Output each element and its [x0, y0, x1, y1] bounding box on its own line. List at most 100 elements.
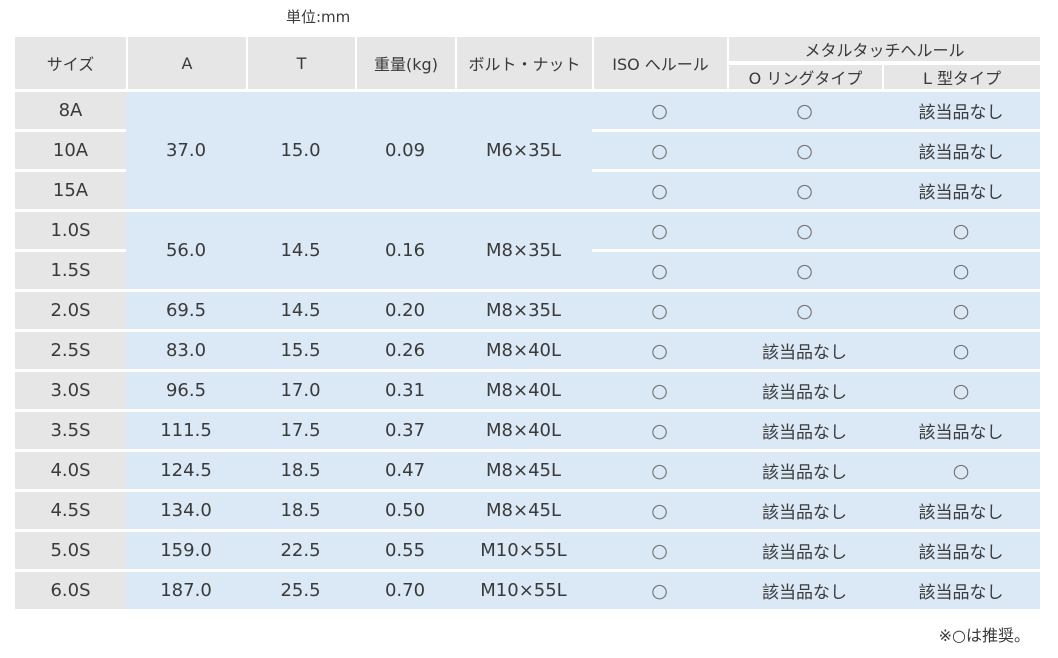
size-cell: 10A — [15, 132, 126, 169]
iso-ferrule-cell: ○ — [592, 92, 727, 129]
o-ring-type-cell: ○ — [727, 92, 882, 129]
o-ring-type-cell: ○ — [727, 252, 882, 289]
dimension-a-cell: 134.0 — [126, 492, 246, 529]
o-ring-type-cell: 該当品なし — [727, 452, 882, 489]
header-weight: 重量(kg) — [355, 37, 455, 89]
bolt-nut-cell: M8×40L — [455, 412, 592, 449]
o-ring-type-cell: 該当品なし — [727, 572, 882, 609]
iso-ferrule-cell: ○ — [592, 412, 727, 449]
iso-ferrule-cell: ○ — [592, 332, 727, 369]
thickness-t-cell: 18.5 — [246, 452, 355, 489]
table-row: 3.5S 111.5 17.5 0.37 M8×40L ○ 該当品なし 該当品なし — [15, 412, 1041, 449]
size-cell: 3.5S — [15, 412, 126, 449]
l-type-cell: ○ — [882, 292, 1041, 329]
size-cell: 8A — [15, 92, 126, 129]
table-row: 1.0S 56.0 14.5 0.16 M8×35L ○ ○ ○ — [15, 212, 1041, 289]
l-type-cell: 該当品なし — [882, 92, 1041, 129]
bolt-nut-cell: M8×40L — [455, 332, 592, 369]
iso-ferrule-cell: ○ — [592, 372, 727, 409]
header-metal-touch-ferrule: メタルタッチへルール — [727, 37, 1041, 62]
iso-ferrule-cell: ○ — [592, 292, 727, 329]
bolt-nut-cell: M8×45L — [455, 452, 592, 489]
size-cell: 2.0S — [15, 292, 126, 329]
o-ring-type-cell: ○ — [727, 172, 882, 209]
weight-cell: 0.50 — [355, 492, 455, 529]
table-row: 3.0S 96.5 17.0 0.31 M8×40L ○ 該当品なし ○ — [15, 372, 1041, 409]
iso-ferrule-cell: ○ — [592, 252, 727, 289]
iso-ferrule-cell: ○ — [592, 172, 727, 209]
l-type-cell: ○ — [882, 212, 1041, 249]
dimension-a-cell: 37.0 — [126, 92, 246, 209]
size-cell: 5.0S — [15, 532, 126, 569]
bolt-nut-cell: M10×55L — [455, 572, 592, 609]
thickness-t-cell: 17.5 — [246, 412, 355, 449]
table-header: サイズ A T 重量(kg) ボルト・ナット ISO へルール メタルタッチへル… — [15, 37, 1041, 89]
weight-cell: 0.55 — [355, 532, 455, 569]
table-row: 4.5S 134.0 18.5 0.50 M8×45L ○ 該当品なし 該当品なし — [15, 492, 1041, 529]
header-t: T — [246, 37, 355, 89]
weight-cell: 0.09 — [355, 92, 455, 209]
bolt-nut-cell: M8×35L — [455, 292, 592, 329]
weight-cell: 0.31 — [355, 372, 455, 409]
thickness-t-cell: 14.5 — [246, 292, 355, 329]
header-size: サイズ — [15, 37, 126, 89]
size-cell: 2.5S — [15, 332, 126, 369]
o-ring-type-cell: ○ — [727, 292, 882, 329]
weight-cell: 0.37 — [355, 412, 455, 449]
o-ring-type-cell: 該当品なし — [727, 412, 882, 449]
weight-cell: 0.47 — [355, 452, 455, 489]
unit-label: 単位:mm — [286, 8, 351, 26]
size-cell: 4.0S — [15, 452, 126, 489]
size-cell: 15A — [15, 172, 126, 209]
bolt-nut-cell: M8×40L — [455, 372, 592, 409]
iso-ferrule-cell: ○ — [592, 212, 727, 249]
thickness-t-cell: 22.5 — [246, 532, 355, 569]
size-cell: 4.5S — [15, 492, 126, 529]
table-row: 8A 37.0 15.0 0.09 M6×35L ○ ○ 該当品なし — [15, 92, 1041, 209]
l-type-cell: ○ — [882, 372, 1041, 409]
iso-ferrule-cell: ○ — [592, 452, 727, 489]
o-ring-type-cell: 該当品なし — [727, 532, 882, 569]
bolt-nut-cell: M6×35L — [455, 92, 592, 209]
l-type-cell: 該当品なし — [882, 572, 1041, 609]
dimension-a-cell: 83.0 — [126, 332, 246, 369]
size-cell: 1.0S — [15, 212, 126, 249]
o-ring-type-cell: ○ — [727, 212, 882, 249]
dimension-a-cell: 69.5 — [126, 292, 246, 329]
weight-cell: 0.16 — [355, 212, 455, 289]
thickness-t-cell: 14.5 — [246, 212, 355, 289]
dimension-a-cell: 124.5 — [126, 452, 246, 489]
thickness-t-cell: 17.0 — [246, 372, 355, 409]
header-bolt-nut: ボルト・ナット — [455, 37, 592, 89]
header-iso-ferrule: ISO へルール — [592, 37, 727, 89]
l-type-cell: ○ — [882, 332, 1041, 369]
thickness-t-cell: 15.0 — [246, 92, 355, 209]
size-cell: 6.0S — [15, 572, 126, 609]
l-type-cell: ○ — [882, 452, 1041, 489]
o-ring-type-cell: ○ — [727, 132, 882, 169]
iso-ferrule-cell: ○ — [592, 492, 727, 529]
bolt-nut-cell: M10×55L — [455, 532, 592, 569]
iso-ferrule-cell: ○ — [592, 532, 727, 569]
weight-cell: 0.70 — [355, 572, 455, 609]
dimension-a-cell: 111.5 — [126, 412, 246, 449]
header-o-ring-type: O リングタイプ — [727, 65, 882, 89]
header-a: A — [126, 37, 246, 89]
weight-cell: 0.20 — [355, 292, 455, 329]
iso-ferrule-cell: ○ — [592, 132, 727, 169]
o-ring-type-cell: 該当品なし — [727, 372, 882, 409]
l-type-cell: 該当品なし — [882, 532, 1041, 569]
table-row: 2.5S 83.0 15.5 0.26 M8×40L ○ 該当品なし ○ — [15, 332, 1041, 369]
l-type-cell: 該当品なし — [882, 132, 1041, 169]
thickness-t-cell: 15.5 — [246, 332, 355, 369]
table-row: 5.0S 159.0 22.5 0.55 M10×55L ○ 該当品なし 該当品なし — [15, 532, 1041, 569]
header-l-type: L 型タイプ — [882, 65, 1041, 89]
l-type-cell: ○ — [882, 252, 1041, 289]
size-cell: 3.0S — [15, 372, 126, 409]
dimension-a-cell: 96.5 — [126, 372, 246, 409]
bolt-nut-cell: M8×35L — [455, 212, 592, 289]
iso-ferrule-cell: ○ — [592, 572, 727, 609]
o-ring-type-cell: 該当品なし — [727, 332, 882, 369]
table-row: 6.0S 187.0 25.5 0.70 M10×55L ○ 該当品なし 該当品なし — [15, 572, 1041, 609]
size-cell: 1.5S — [15, 252, 126, 289]
